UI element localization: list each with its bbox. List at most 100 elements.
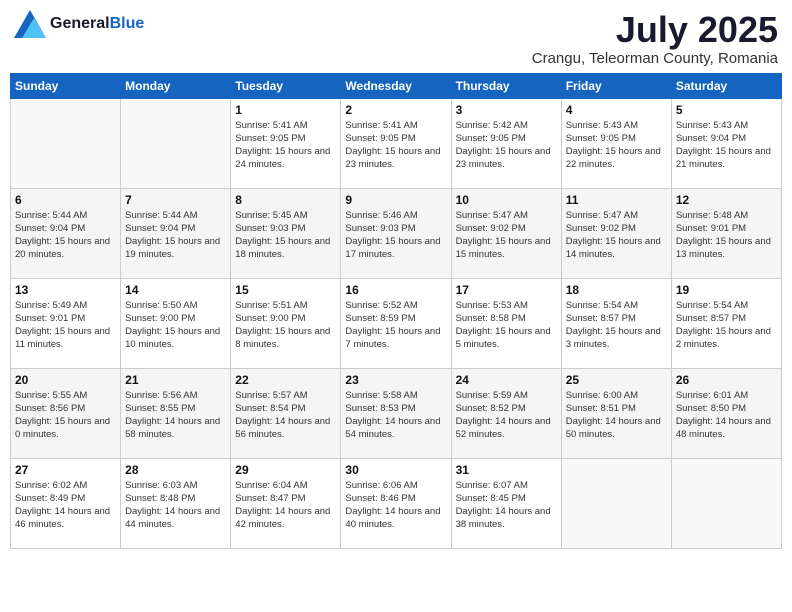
- calendar-cell: 22 Sunrise: 5:57 AMSunset: 8:54 PMDayligh…: [231, 368, 341, 458]
- day-info: Sunrise: 5:43 AMSunset: 9:05 PMDaylight:…: [566, 119, 667, 172]
- day-number: 23: [345, 373, 446, 387]
- day-number: 16: [345, 283, 446, 297]
- calendar-cell: 8 Sunrise: 5:45 AMSunset: 9:03 PMDaylight…: [231, 188, 341, 278]
- day-info: Sunrise: 6:00 AMSunset: 8:51 PMDaylight:…: [566, 389, 667, 442]
- day-info: Sunrise: 5:53 AMSunset: 8:58 PMDaylight:…: [456, 299, 557, 352]
- logo-text-general: General: [50, 15, 110, 32]
- day-number: 4: [566, 103, 667, 117]
- day-info: Sunrise: 5:49 AMSunset: 9:01 PMDaylight:…: [15, 299, 116, 352]
- day-number: 2: [345, 103, 446, 117]
- day-info: Sunrise: 5:43 AMSunset: 9:04 PMDaylight:…: [676, 119, 777, 172]
- calendar-cell: 6 Sunrise: 5:44 AMSunset: 9:04 PMDaylight…: [11, 188, 121, 278]
- day-number: 15: [235, 283, 336, 297]
- calendar-cell: 16 Sunrise: 5:52 AMSunset: 8:59 PMDayligh…: [341, 278, 451, 368]
- day-number: 30: [345, 463, 446, 477]
- calendar-cell: 7 Sunrise: 5:44 AMSunset: 9:04 PMDaylight…: [121, 188, 231, 278]
- logo-icon: [14, 10, 46, 38]
- day-info: Sunrise: 6:07 AMSunset: 8:45 PMDaylight:…: [456, 479, 557, 532]
- calendar-cell: 5 Sunrise: 5:43 AMSunset: 9:04 PMDaylight…: [671, 98, 781, 188]
- calendar-cell: 2 Sunrise: 5:41 AMSunset: 9:05 PMDaylight…: [341, 98, 451, 188]
- day-info: Sunrise: 5:54 AMSunset: 8:57 PMDaylight:…: [676, 299, 777, 352]
- calendar-cell: 20 Sunrise: 5:55 AMSunset: 8:56 PMDayligh…: [11, 368, 121, 458]
- calendar-cell: 18 Sunrise: 5:54 AMSunset: 8:57 PMDayligh…: [561, 278, 671, 368]
- weekday-header-row: SundayMondayTuesdayWednesdayThursdayFrid…: [11, 73, 782, 98]
- calendar-table: SundayMondayTuesdayWednesdayThursdayFrid…: [10, 73, 782, 549]
- calendar-week-4: 20 Sunrise: 5:55 AMSunset: 8:56 PMDayligh…: [11, 368, 782, 458]
- day-info: Sunrise: 5:54 AMSunset: 8:57 PMDaylight:…: [566, 299, 667, 352]
- calendar-cell: [671, 458, 781, 548]
- calendar-cell: [11, 98, 121, 188]
- location-title: Crangu, Teleorman County, Romania: [532, 50, 778, 67]
- day-info: Sunrise: 5:52 AMSunset: 8:59 PMDaylight:…: [345, 299, 446, 352]
- title-block: July 2025 Crangu, Teleorman County, Roma…: [532, 10, 778, 67]
- day-info: Sunrise: 5:41 AMSunset: 9:05 PMDaylight:…: [345, 119, 446, 172]
- day-number: 19: [676, 283, 777, 297]
- calendar-cell: 13Sunrise: 5:49 AMSunset: 9:01 PMDayligh…: [11, 278, 121, 368]
- day-info: Sunrise: 5:57 AMSunset: 8:54 PMDaylight:…: [235, 389, 336, 442]
- weekday-header-thursday: Thursday: [451, 73, 561, 98]
- day-info: Sunrise: 5:56 AMSunset: 8:55 PMDaylight:…: [125, 389, 226, 442]
- calendar-cell: [561, 458, 671, 548]
- calendar-week-3: 13Sunrise: 5:49 AMSunset: 9:01 PMDayligh…: [11, 278, 782, 368]
- weekday-header-tuesday: Tuesday: [231, 73, 341, 98]
- day-info: Sunrise: 5:42 AMSunset: 9:05 PMDaylight:…: [456, 119, 557, 172]
- day-info: Sunrise: 5:41 AMSunset: 9:05 PMDaylight:…: [235, 119, 336, 172]
- day-number: 8: [235, 193, 336, 207]
- calendar-cell: 17 Sunrise: 5:53 AMSunset: 8:58 PMDayligh…: [451, 278, 561, 368]
- day-number: 11: [566, 193, 667, 207]
- day-number: 20: [15, 373, 116, 387]
- calendar-cell: 24Sunrise: 5:59 AMSunset: 8:52 PMDayligh…: [451, 368, 561, 458]
- day-info: Sunrise: 5:55 AMSunset: 8:56 PMDaylight:…: [15, 389, 116, 442]
- day-info: Sunrise: 5:44 AMSunset: 9:04 PMDaylight:…: [125, 209, 226, 262]
- day-number: 31: [456, 463, 557, 477]
- day-number: 12: [676, 193, 777, 207]
- day-number: 24: [456, 373, 557, 387]
- day-info: Sunrise: 6:04 AMSunset: 8:47 PMDaylight:…: [235, 479, 336, 532]
- day-info: Sunrise: 5:45 AMSunset: 9:03 PMDaylight:…: [235, 209, 336, 262]
- day-number: 9: [345, 193, 446, 207]
- calendar-week-5: 27 Sunrise: 6:02 AMSunset: 8:49 PMDayligh…: [11, 458, 782, 548]
- day-number: 1: [235, 103, 336, 117]
- calendar-cell: 21 Sunrise: 5:56 AMSunset: 8:55 PMDayligh…: [121, 368, 231, 458]
- calendar-cell: 3Sunrise: 5:42 AMSunset: 9:05 PMDaylight…: [451, 98, 561, 188]
- day-number: 27: [15, 463, 116, 477]
- day-info: Sunrise: 5:51 AMSunset: 9:00 PMDaylight:…: [235, 299, 336, 352]
- day-number: 7: [125, 193, 226, 207]
- weekday-header-sunday: Sunday: [11, 73, 121, 98]
- day-info: Sunrise: 6:02 AMSunset: 8:49 PMDaylight:…: [15, 479, 116, 532]
- day-info: Sunrise: 5:48 AMSunset: 9:01 PMDaylight:…: [676, 209, 777, 262]
- day-info: Sunrise: 5:44 AMSunset: 9:04 PMDaylight:…: [15, 209, 116, 262]
- day-number: 10: [456, 193, 557, 207]
- day-number: 14: [125, 283, 226, 297]
- day-info: Sunrise: 6:03 AMSunset: 8:48 PMDaylight:…: [125, 479, 226, 532]
- day-number: 21: [125, 373, 226, 387]
- calendar-cell: 15 Sunrise: 5:51 AMSunset: 9:00 PMDayligh…: [231, 278, 341, 368]
- day-number: 5: [676, 103, 777, 117]
- day-info: Sunrise: 5:46 AMSunset: 9:03 PMDaylight:…: [345, 209, 446, 262]
- day-number: 26: [676, 373, 777, 387]
- calendar-cell: 31 Sunrise: 6:07 AMSunset: 8:45 PMDayligh…: [451, 458, 561, 548]
- weekday-header-wednesday: Wednesday: [341, 73, 451, 98]
- calendar-cell: 26 Sunrise: 6:01 AMSunset: 8:50 PMDayligh…: [671, 368, 781, 458]
- calendar-week-1: 1 Sunrise: 5:41 AMSunset: 9:05 PMDaylight…: [11, 98, 782, 188]
- day-info: Sunrise: 6:01 AMSunset: 8:50 PMDaylight:…: [676, 389, 777, 442]
- calendar-cell: 30Sunrise: 6:06 AMSunset: 8:46 PMDayligh…: [341, 458, 451, 548]
- calendar-cell: 25 Sunrise: 6:00 AMSunset: 8:51 PMDayligh…: [561, 368, 671, 458]
- weekday-header-monday: Monday: [121, 73, 231, 98]
- page-header: GeneralBlue July 2025 Crangu, Teleorman …: [10, 10, 782, 67]
- calendar-cell: 28Sunrise: 6:03 AMSunset: 8:48 PMDayligh…: [121, 458, 231, 548]
- calendar-cell: 14Sunrise: 5:50 AMSunset: 9:00 PMDayligh…: [121, 278, 231, 368]
- calendar-cell: [121, 98, 231, 188]
- day-number: 6: [15, 193, 116, 207]
- calendar-week-2: 6 Sunrise: 5:44 AMSunset: 9:04 PMDaylight…: [11, 188, 782, 278]
- day-number: 18: [566, 283, 667, 297]
- day-number: 29: [235, 463, 336, 477]
- day-number: 17: [456, 283, 557, 297]
- day-number: 22: [235, 373, 336, 387]
- calendar-cell: 23 Sunrise: 5:58 AMSunset: 8:53 PMDayligh…: [341, 368, 451, 458]
- weekday-header-saturday: Saturday: [671, 73, 781, 98]
- day-info: Sunrise: 5:58 AMSunset: 8:53 PMDaylight:…: [345, 389, 446, 442]
- day-number: 25: [566, 373, 667, 387]
- calendar-cell: 12 Sunrise: 5:48 AMSunset: 9:01 PMDayligh…: [671, 188, 781, 278]
- month-title: July 2025: [532, 10, 778, 50]
